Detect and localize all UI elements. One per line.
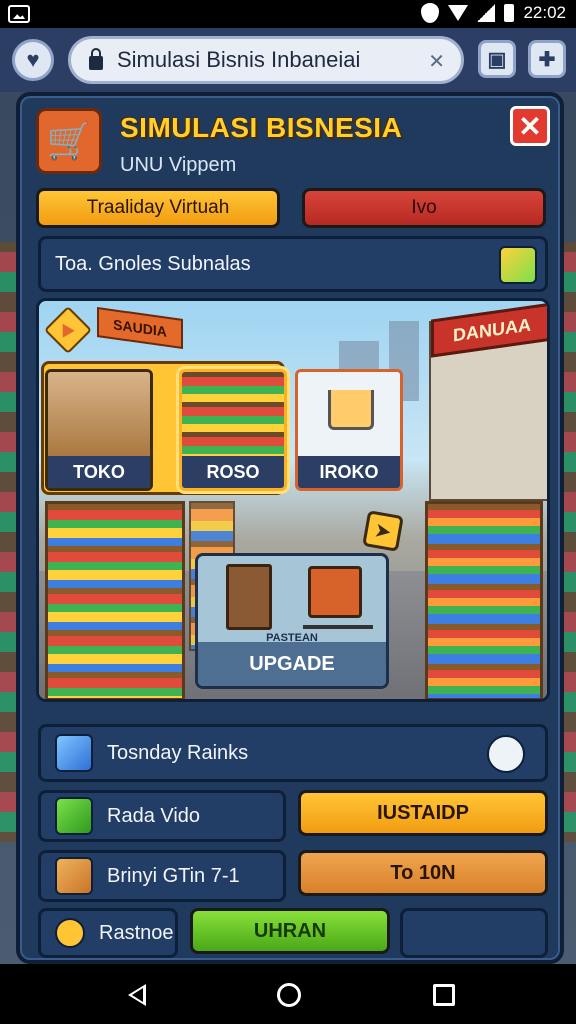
cash-stack-icon[interactable]	[499, 246, 537, 284]
rastnoe-label: Rastnoe	[99, 921, 174, 944]
recent-apps-icon[interactable]	[433, 984, 455, 1006]
clear-icon[interactable]: ✕	[428, 49, 445, 74]
status-time: 22:02	[523, 3, 566, 22]
signal-icon	[477, 4, 496, 22]
store-card-label: TOKO	[48, 456, 150, 488]
close-button[interactable]: ✕	[510, 106, 550, 146]
extensions-icon[interactable]: ✚	[528, 40, 566, 78]
crate-icon	[55, 857, 93, 895]
box-icon	[55, 797, 93, 835]
section-label: Toa. Gnoles Subnalas	[55, 252, 251, 275]
door-icon	[226, 564, 272, 630]
browser-toolbar: ♥ Simulasi Bisnis Inbaneiai ✕ ▣ ✚	[0, 28, 576, 92]
home-icon[interactable]: ♥	[12, 39, 54, 81]
badge-icon[interactable]	[487, 735, 525, 773]
battery-icon	[504, 4, 515, 22]
store-card-label: ROSO	[182, 456, 284, 488]
brinyi-action-button[interactable]: To 10N	[298, 850, 548, 896]
smile-icon	[55, 918, 85, 948]
desk-icon	[48, 372, 150, 458]
store-illustration: DANUAA SAUDIA TOKO ROSO IROKO ➤ PASTEAN …	[36, 298, 550, 702]
upgrade-card[interactable]: PASTEAN UPGADE	[195, 553, 389, 689]
game-scene: 🛒 SIMULASI BISNESIA UNU Vippem ✕ Traalid…	[0, 92, 576, 964]
lock-icon	[89, 48, 103, 70]
section-bar: Toa. Gnoles Subnalas	[38, 236, 548, 292]
game-panel: 🛒 SIMULASI BISNESIA UNU Vippem ✕ Traalid…	[16, 92, 564, 964]
gallery-icon	[8, 5, 30, 23]
store-sign-left: SAUDIA	[97, 306, 183, 350]
navigation-bar	[0, 964, 576, 1024]
video-row: Rada Vido	[38, 790, 286, 842]
cart-icon	[303, 566, 373, 629]
back-icon[interactable]	[128, 984, 146, 1006]
next-arrow-icon[interactable]: ➤	[362, 510, 404, 552]
status-indicators: 22:02	[421, 3, 566, 23]
rastnoe-row: Rastnoe	[38, 908, 178, 958]
ranks-row[interactable]: Tosnday Rainks	[38, 724, 548, 782]
shelf-icon	[182, 372, 284, 458]
store-card-label: IROKO	[298, 456, 400, 488]
ranks-label: Tosnday Rainks	[107, 741, 249, 764]
brinyi-label: Brinyi GTin 7-1	[107, 864, 240, 887]
cube-icon	[55, 734, 93, 772]
rastnoe-action-button[interactable]: UHRAN	[190, 908, 390, 954]
secondary-button[interactable]: Ivo	[302, 188, 546, 228]
brinyi-row: Brinyi GTin 7-1	[38, 850, 286, 902]
status-bar: 22:02	[0, 0, 576, 28]
store-card-roso[interactable]: ROSO	[179, 369, 287, 491]
store-card-toko[interactable]: TOKO	[45, 369, 153, 491]
empty-slot	[400, 908, 548, 958]
store-card-iroko[interactable]: IROKO	[295, 369, 403, 491]
shop-basket-logo: 🛒	[36, 108, 102, 174]
virtual-button[interactable]: Traaliday Virtuah	[36, 188, 280, 228]
play-icon[interactable]	[43, 305, 93, 355]
product-shelf-left	[45, 501, 185, 699]
address-bar[interactable]: Simulasi Bisnis Inbaneiai ✕	[68, 36, 464, 84]
tabs-icon[interactable]: ▣	[478, 40, 516, 78]
game-subtitle: UNU Vippem	[120, 154, 237, 176]
game-title: SIMULASI BISNESIA	[120, 112, 403, 143]
shopping-cart-icon	[298, 372, 400, 458]
address-text: Simulasi Bisnis Inbaneiai	[117, 47, 361, 72]
video-action-button[interactable]: IUSTAIDP	[298, 790, 548, 836]
product-shelf-right	[425, 501, 543, 699]
home-button-icon[interactable]	[277, 983, 301, 1007]
upgrade-label: UPGADE	[198, 642, 386, 686]
video-label: Rada Vido	[107, 804, 201, 827]
wifi-icon	[448, 5, 469, 21]
shield-icon	[421, 3, 440, 23]
